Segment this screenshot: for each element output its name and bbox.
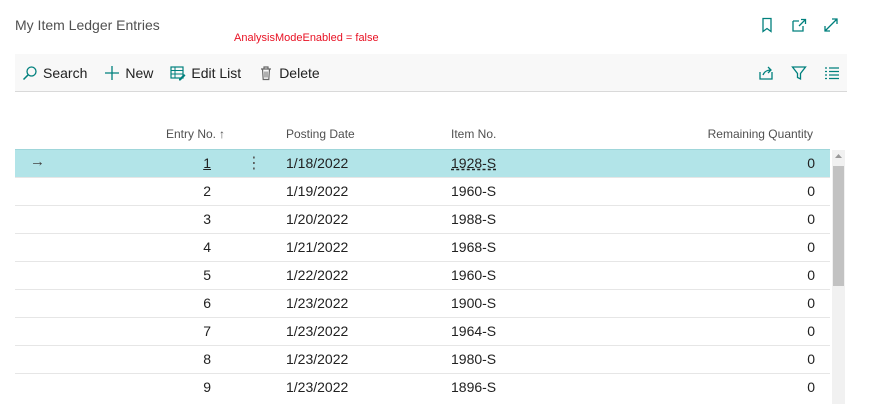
entry-no-cell[interactable]: 3 [203, 211, 211, 227]
list-view-icon [825, 67, 839, 80]
entry-no-cell[interactable]: 5 [203, 267, 211, 283]
item-no-cell[interactable]: 1968-S [451, 239, 496, 255]
delete-label: Delete [279, 65, 320, 81]
action-bar: Search New Edit List Delete [0, 54, 847, 92]
table-row[interactable]: 5 1/22/2022 1960-S 0 [15, 261, 830, 289]
table-row[interactable]: 7 1/23/2022 1964-S 0 [15, 317, 830, 345]
expand-icon [824, 18, 838, 32]
remaining-quantity-cell: 0 [807, 239, 815, 255]
remaining-quantity-cell: 0 [807, 267, 815, 283]
remaining-quantity-cell: 0 [807, 295, 815, 311]
posting-date-cell: 1/23/2022 [286, 351, 349, 367]
column-header-remaining-quantity[interactable]: Remaining Quantity [708, 127, 813, 141]
filter-button[interactable] [790, 64, 808, 82]
header-actions [756, 14, 842, 36]
table-row[interactable]: → 1 ⋮ 1/18/2022 1928-S 0 [15, 149, 830, 177]
remaining-quantity-cell: 0 [807, 323, 815, 339]
posting-date-cell: 1/19/2022 [286, 183, 349, 199]
posting-date-cell: 1/22/2022 [286, 267, 349, 283]
trash-icon [261, 66, 272, 81]
current-row-arrow-icon: → [30, 153, 45, 170]
remaining-quantity-cell: 0 [807, 155, 815, 171]
item-no-cell[interactable]: 1928-S [451, 155, 496, 171]
table-row[interactable]: 4 1/21/2022 1968-S 0 [15, 233, 830, 261]
column-header-item-no[interactable]: Item No. [451, 127, 496, 141]
open-new-window-button[interactable] [788, 14, 810, 36]
item-no-cell[interactable]: 1896-S [451, 379, 496, 395]
table-row[interactable]: 3 1/20/2022 1988-S 0 [15, 205, 830, 233]
item-no-cell[interactable]: 1988-S [451, 211, 496, 227]
edit-list-icon [170, 66, 186, 81]
entry-no-cell[interactable]: 1 [203, 155, 211, 171]
item-no-cell[interactable]: 1960-S [451, 183, 496, 199]
remaining-quantity-cell: 0 [807, 211, 815, 227]
item-no-cell[interactable]: 1964-S [451, 323, 496, 339]
posting-date-cell: 1/18/2022 [286, 155, 349, 171]
scrollbar-thumb[interactable] [833, 166, 844, 286]
scroll-up-icon[interactable] [832, 152, 845, 162]
column-header-posting-date[interactable]: Posting Date [286, 127, 355, 141]
item-no-cell[interactable]: 1900-S [451, 295, 496, 311]
ledger-entries-grid: Entry No. ↑ Posting Date Item No. Remaini… [15, 118, 830, 401]
sort-ascending-icon: ↑ [219, 127, 225, 141]
remaining-quantity-cell: 0 [807, 183, 815, 199]
posting-date-cell: 1/21/2022 [286, 239, 349, 255]
table-row[interactable]: 9 1/23/2022 1896-S 0 [15, 373, 830, 401]
entry-no-cell[interactable]: 9 [203, 379, 211, 395]
delete-button[interactable]: Delete [258, 65, 320, 81]
posting-date-cell: 1/23/2022 [286, 379, 349, 395]
search-label: Search [43, 65, 88, 81]
expand-button[interactable] [820, 14, 842, 36]
open-new-window-icon [792, 18, 807, 32]
entry-no-cell[interactable]: 6 [203, 295, 211, 311]
bookmark-button[interactable] [756, 14, 778, 36]
plus-icon [105, 66, 120, 80]
posting-date-cell: 1/23/2022 [286, 295, 349, 311]
posting-date-cell: 1/23/2022 [286, 323, 349, 339]
table-row[interactable]: 8 1/23/2022 1980-S 0 [15, 345, 830, 373]
row-menu-icon[interactable]: ⋮ [246, 153, 262, 173]
vertical-scrollbar[interactable] [832, 150, 845, 404]
remaining-quantity-cell: 0 [807, 379, 815, 395]
posting-date-cell: 1/20/2022 [286, 211, 349, 227]
bookmark-icon [762, 17, 772, 33]
entry-no-cell[interactable]: 8 [203, 351, 211, 367]
new-label: New [125, 65, 154, 81]
new-button[interactable]: New [104, 65, 153, 81]
filter-icon [791, 66, 807, 81]
search-icon [22, 66, 37, 81]
entry-no-cell[interactable]: 2 [203, 183, 211, 199]
item-no-cell[interactable]: 1960-S [451, 267, 496, 283]
share-button[interactable] [757, 64, 775, 82]
item-no-cell[interactable]: 1980-S [451, 351, 496, 367]
edit-list-label: Edit List [191, 65, 242, 81]
entry-no-cell[interactable]: 4 [203, 239, 211, 255]
search-button[interactable]: Search [22, 65, 87, 81]
list-view-button[interactable] [823, 64, 841, 82]
table-row[interactable]: 6 1/23/2022 1900-S 0 [15, 289, 830, 317]
entry-no-cell[interactable]: 7 [203, 323, 211, 339]
analysis-mode-note: AnalysisModeEnabled = false [234, 32, 379, 44]
share-icon [759, 66, 773, 80]
column-header-entry-no[interactable]: Entry No. ↑ [166, 127, 225, 141]
page-title: My Item Ledger Entries [15, 17, 160, 33]
grid-rows: → 1 ⋮ 1/18/2022 1928-S 0 2 1/19/2022 1960-S 0 3 1/2… [15, 149, 830, 401]
table-row[interactable]: 2 1/19/2022 1960-S 0 [15, 177, 830, 205]
edit-list-button[interactable]: Edit List [170, 65, 241, 81]
grid-header: Entry No. ↑ Posting Date Item No. Remaini… [15, 118, 830, 149]
remaining-quantity-cell: 0 [807, 351, 815, 367]
